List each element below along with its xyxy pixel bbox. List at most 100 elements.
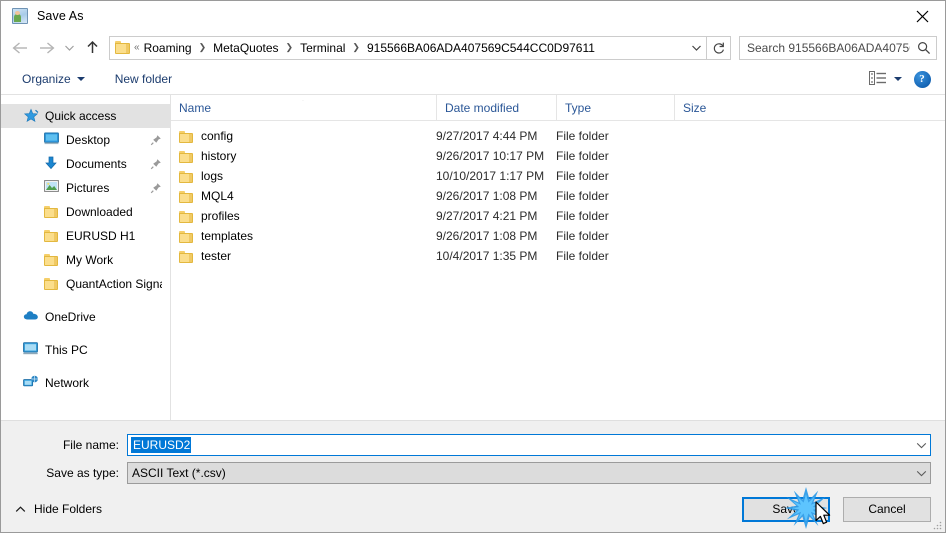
breadcrumb-chevron-icon[interactable]: ❯: [195, 42, 211, 53]
command-bar-right: ?: [864, 67, 937, 91]
table-row[interactable]: config 9/27/2017 4:44 PM File folder: [171, 126, 945, 146]
help-button[interactable]: ?: [907, 67, 937, 91]
chevron-up-icon: [15, 505, 26, 513]
footer-actions: Hide Folders Save Cancel: [1, 486, 945, 532]
file-date-cell: 10/10/2017 1:17 PM: [436, 169, 545, 183]
close-icon[interactable]: [899, 1, 945, 31]
sidebar-item-pictures[interactable]: Pictures: [1, 176, 170, 200]
breadcrumb-chevron-icon[interactable]: ❯: [282, 42, 298, 53]
file-name-cell: MQL4: [171, 189, 436, 203]
table-row[interactable]: templates 9/26/2017 1:08 PM File folder: [171, 226, 945, 246]
file-type-cell: File folder: [556, 209, 609, 223]
picture-file-icon: [12, 8, 28, 24]
search-box[interactable]: [739, 35, 937, 60]
network-icon: [23, 375, 39, 391]
folder-icon: [179, 191, 193, 203]
breadcrumb-item-2[interactable]: Terminal: [297, 41, 348, 55]
resize-grip[interactable]: [931, 518, 943, 530]
column-header-type[interactable]: Type: [556, 95, 674, 120]
sidebar-item-my-work[interactable]: My Work: [1, 248, 170, 272]
pin-icon: [150, 158, 162, 170]
search-input[interactable]: [740, 39, 912, 56]
file-date-cell: 9/26/2017 1:08 PM: [436, 189, 538, 203]
organize-button[interactable]: Organize: [15, 67, 92, 91]
file-name-row: File name: EURUSD2: [15, 434, 931, 456]
change-view-button[interactable]: [864, 67, 907, 91]
file-name-label: profiles: [201, 209, 240, 223]
hide-folders-button[interactable]: Hide Folders: [15, 502, 102, 516]
folder-icon: [179, 171, 193, 183]
dialog-body: Quick access Desktop Documents Pictures …: [1, 95, 945, 420]
save-as-type-select[interactable]: ASCII Text (*.csv): [127, 462, 931, 484]
table-row[interactable]: history 9/26/2017 10:17 PM File folder: [171, 146, 945, 166]
save-as-type-row: Save as type: ASCII Text (*.csv): [15, 462, 931, 484]
breadcrumb-item-3[interactable]: 915566BA06ADA407569C544CC0D97611: [364, 41, 598, 55]
file-name-label: history: [201, 149, 237, 163]
sidebar-item-documents[interactable]: Documents: [1, 152, 170, 176]
address-bar[interactable]: « Roaming ❯ MetaQuotes ❯ Terminal ❯ 9155…: [109, 35, 707, 60]
file-name-label: templates: [201, 229, 254, 243]
search-icon[interactable]: [912, 37, 936, 59]
folder-icon: [179, 211, 193, 223]
folder-icon: [44, 204, 60, 220]
pin-icon: [150, 134, 162, 146]
file-name-label: logs: [201, 169, 224, 183]
new-folder-button[interactable]: New folder: [108, 67, 179, 91]
forward-button[interactable]: [33, 35, 59, 61]
folder-icon: [179, 151, 193, 163]
back-button[interactable]: [7, 35, 33, 61]
folder-icon: [44, 252, 60, 268]
sidebar-divider: [1, 362, 170, 371]
breadcrumb-overflow[interactable]: «: [133, 42, 141, 53]
hide-folders-label: Hide Folders: [34, 502, 103, 516]
file-name-label: tester: [201, 249, 232, 263]
file-date-cell: 9/26/2017 1:08 PM: [436, 229, 538, 243]
chevron-down-icon[interactable]: [59, 35, 79, 61]
title-bar: Save As: [1, 1, 945, 31]
sidebar-item-eurusd-h1[interactable]: EURUSD H1: [1, 224, 170, 248]
desktop-icon: [44, 132, 60, 148]
sidebar-item-downloaded[interactable]: Downloaded: [1, 200, 170, 224]
chevron-down-icon[interactable]: [912, 470, 930, 477]
column-header-name[interactable]: Name: [171, 95, 436, 120]
file-type-cell: File folder: [556, 149, 609, 163]
chevron-down-icon[interactable]: [912, 442, 930, 449]
chevron-down-icon[interactable]: [686, 37, 706, 59]
file-date-cell: 9/27/2017 4:44 PM: [436, 129, 538, 143]
file-list-pane: Name Date modified Type Size config 9/27…: [171, 95, 945, 420]
sidebar-item-quantaction-signal[interactable]: QuantAction Signal: [1, 272, 170, 296]
breadcrumb-item-0[interactable]: Roaming: [141, 41, 195, 55]
navigation-bar: « Roaming ❯ MetaQuotes ❯ Terminal ❯ 9155…: [1, 31, 945, 64]
chevron-down-icon: [894, 77, 902, 81]
file-name-input[interactable]: EURUSD2: [127, 434, 931, 456]
pictures-icon: [44, 180, 60, 196]
up-button[interactable]: [79, 35, 105, 61]
file-type-cell: File folder: [556, 189, 609, 203]
star-icon: [23, 108, 39, 124]
column-header-size[interactable]: Size: [674, 95, 754, 120]
breadcrumb-item-1[interactable]: MetaQuotes: [210, 41, 281, 55]
sidebar-item-this-pc[interactable]: This PC: [1, 338, 170, 362]
table-row[interactable]: tester 10/4/2017 1:35 PM File folder: [171, 246, 945, 266]
save-button[interactable]: Save: [742, 496, 830, 522]
download-arrow-icon: [44, 156, 60, 172]
view-list-icon: [869, 70, 887, 88]
refresh-icon[interactable]: [707, 35, 731, 60]
sidebar-item-quick-access[interactable]: Quick access: [1, 104, 170, 128]
table-row[interactable]: MQL4 9/26/2017 1:08 PM File folder: [171, 186, 945, 206]
sidebar-item-label: Pictures: [66, 181, 110, 195]
sidebar-item-network[interactable]: Network: [1, 371, 170, 395]
sidebar-item-label: OneDrive: [45, 310, 96, 324]
cancel-button[interactable]: Cancel: [843, 496, 931, 522]
sidebar-item-onedrive[interactable]: OneDrive: [1, 305, 170, 329]
table-row[interactable]: logs 10/10/2017 1:17 PM File folder: [171, 166, 945, 186]
file-name-label: config: [201, 129, 234, 143]
column-header-date-modified[interactable]: Date modified: [436, 95, 556, 120]
cancel-button-label: Cancel: [868, 502, 906, 516]
breadcrumb-chevron-icon[interactable]: ❯: [348, 42, 364, 53]
file-name-cell: config: [171, 129, 436, 143]
table-row[interactable]: profiles 9/27/2017 4:21 PM File folder: [171, 206, 945, 226]
sidebar-item-desktop[interactable]: Desktop: [1, 128, 170, 152]
organize-label: Organize: [22, 72, 71, 86]
file-date-cell: 9/26/2017 10:17 PM: [436, 149, 545, 163]
